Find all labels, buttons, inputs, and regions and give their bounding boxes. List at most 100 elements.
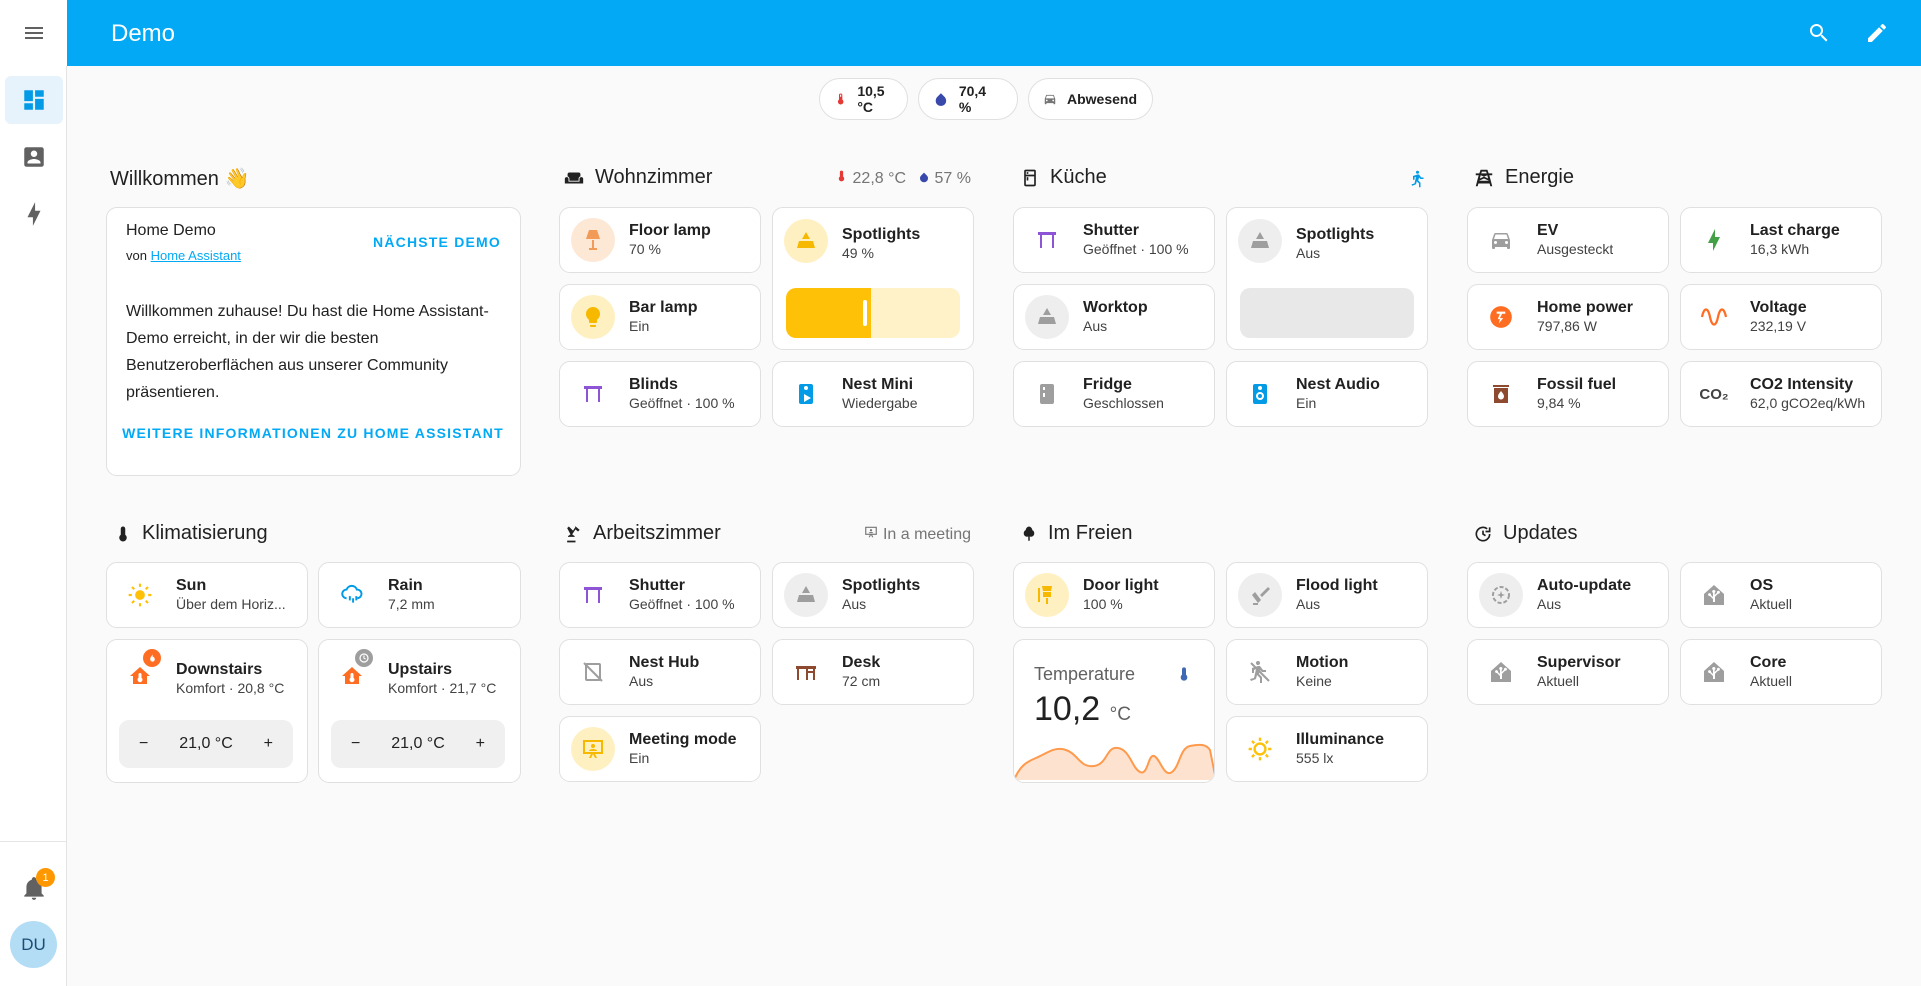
tile-state: Geschlossen — [1083, 395, 1164, 412]
notifications-button[interactable] — [5, 864, 63, 912]
brightness-icon[interactable] — [1238, 727, 1282, 771]
speaker-icon[interactable] — [1238, 372, 1282, 416]
lightning-icon[interactable] — [1692, 218, 1736, 262]
tile-os[interactable]: OS Aktuell — [1680, 562, 1882, 628]
tile-voltage[interactable]: Voltage 232,19 V — [1680, 284, 1882, 350]
increase-temperature-button[interactable]: + — [264, 735, 273, 753]
tile-fridge[interactable]: Fridge Geschlossen — [1013, 361, 1215, 427]
tile-bar-lamp[interactable]: Bar lamp Ein — [559, 284, 761, 350]
more-info-button[interactable]: WEITERE INFORMATIONEN ZU HOME ASSISTANT — [107, 421, 519, 445]
tile-blinds[interactable]: Blinds Geöffnet · 100 % — [559, 361, 761, 427]
home-thermometer-icon[interactable] — [330, 649, 374, 698]
tile-name: Supervisor — [1537, 654, 1621, 672]
tile-fossil-fuel[interactable]: Fossil fuel 9,84 % — [1467, 361, 1669, 427]
floodlight-icon[interactable] — [1238, 573, 1282, 617]
tile-last-charge[interactable]: Last charge 16,3 kWh — [1680, 207, 1882, 273]
tile-nest-audio[interactable]: Nest Audio Ein — [1226, 361, 1428, 427]
tile-meeting-mode[interactable]: Meeting mode Ein — [559, 716, 761, 782]
tile-door-light[interactable]: Door light 100 % — [1013, 562, 1215, 628]
tile-state: 72 cm — [842, 673, 881, 690]
tile-spotlights-office[interactable]: Spotlights Aus — [772, 562, 974, 628]
downstairs-temperature-control: − 21,0 °C + — [119, 720, 293, 768]
tile-sun[interactable]: Sun Über dem Horiz... — [106, 562, 308, 628]
auto-update-icon[interactable] — [1479, 573, 1523, 617]
tile-flood-light[interactable]: Flood light Aus — [1226, 562, 1428, 628]
sidebar-item-overview[interactable] — [5, 76, 63, 124]
badge-presence-value: Abwesend — [1066, 91, 1137, 107]
tile-shutter-office[interactable]: Shutter Geöffnet · 100 % — [559, 562, 761, 628]
tile-auto-update[interactable]: Auto-update Aus — [1467, 562, 1669, 628]
tile-name: Spotlights — [842, 577, 921, 595]
sine-wave-icon[interactable] — [1692, 295, 1736, 339]
spotlight-icon[interactable] — [784, 219, 828, 263]
tile-supervisor[interactable]: Supervisor Aktuell — [1467, 639, 1669, 705]
motion-sensor-off-icon[interactable] — [1238, 650, 1282, 694]
power-plug-icon[interactable] — [1479, 295, 1523, 339]
window-open-icon[interactable] — [1025, 218, 1069, 262]
floor-lamp-icon[interactable] — [571, 218, 615, 262]
tile-spotlights-living[interactable]: Spotlights 49 % — [772, 207, 974, 350]
sun-icon[interactable] — [118, 573, 162, 617]
tile-spotlights-kitchen[interactable]: Spotlights Aus — [1226, 207, 1428, 350]
car-icon[interactable] — [1479, 218, 1523, 262]
weather-rainy-icon[interactable] — [330, 573, 374, 617]
home-assistant-icon[interactable] — [1692, 650, 1736, 694]
sidebar-item-map[interactable] — [5, 133, 63, 181]
edit-dashboard-button[interactable] — [1861, 17, 1893, 49]
temperature-sensor-card[interactable]: Temperature 10,2 °C — [1013, 639, 1215, 783]
brightness-slider[interactable] — [786, 288, 960, 338]
spotlight-icon[interactable] — [1025, 295, 1069, 339]
decrease-temperature-button[interactable]: − — [351, 735, 360, 753]
tile-illuminance[interactable]: Illuminance 555 lx — [1226, 716, 1428, 782]
badge-presence[interactable]: Abwesend — [1028, 78, 1153, 120]
badge-humidity[interactable]: 70,4 % — [918, 78, 1018, 120]
badge-temperature[interactable]: 10,5 °C — [819, 78, 908, 120]
factory-icon[interactable] — [1479, 372, 1523, 416]
search-button[interactable] — [1803, 17, 1835, 49]
menu-icon[interactable] — [0, 0, 67, 66]
tile-floor-lamp[interactable]: Floor lamp 70 % — [559, 207, 761, 273]
home-assistant-icon[interactable] — [1692, 573, 1736, 617]
desk-icon[interactable] — [784, 650, 828, 694]
tile-name: Auto-update — [1537, 577, 1632, 595]
brightness-handle[interactable] — [863, 300, 867, 326]
next-demo-button[interactable]: NÄCHSTE DEMO — [373, 234, 501, 250]
molecule-co2-icon[interactable]: CO₂ — [1692, 372, 1736, 416]
home-thermometer-icon[interactable] — [118, 649, 162, 698]
fridge-icon[interactable] — [1025, 372, 1069, 416]
tile-worktop[interactable]: Worktop Aus — [1013, 284, 1215, 350]
tile-name: Shutter — [629, 577, 685, 595]
window-open-icon[interactable] — [571, 372, 615, 416]
brightness-slider[interactable] — [1240, 288, 1414, 338]
badge-humidity-value: 70,4 % — [958, 83, 987, 115]
spotlight-icon[interactable] — [784, 573, 828, 617]
tile-home-power[interactable]: Home power 797,86 W — [1467, 284, 1669, 350]
tile-core[interactable]: Core Aktuell — [1680, 639, 1882, 705]
tile-rain[interactable]: Rain 7,2 mm — [318, 562, 521, 628]
lightbulb-icon[interactable] — [571, 295, 615, 339]
spotlight-icon[interactable] — [1238, 219, 1282, 263]
tile-ev[interactable]: EV Ausgesteckt — [1467, 207, 1669, 273]
tile-motion[interactable]: Motion Keine — [1226, 639, 1428, 705]
tablet-off-icon[interactable] — [571, 650, 615, 694]
tile-state: Wiedergabe — [842, 395, 918, 412]
decrease-temperature-button[interactable]: − — [139, 735, 148, 753]
sidebar-item-energy[interactable] — [5, 190, 63, 238]
tile-upstairs-thermostat[interactable]: Upstairs Komfort · 21,7 °C − 21,0 °C + — [318, 639, 521, 783]
home-assistant-icon[interactable] — [1479, 650, 1523, 694]
tile-desk[interactable]: Desk 72 cm — [772, 639, 974, 705]
window-open-icon[interactable] — [571, 573, 615, 617]
section-welcome-heading: Willkommen 👋 — [110, 166, 249, 191]
tile-co2-intensity[interactable]: CO₂ CO2 Intensity 62,0 gCO2eq/kWh — [1680, 361, 1882, 427]
outdoor-lamp-icon[interactable] — [1025, 573, 1069, 617]
speaker-play-icon[interactable] — [784, 372, 828, 416]
increase-temperature-button[interactable]: + — [476, 735, 485, 753]
presentation-icon[interactable] — [571, 727, 615, 771]
home-assistant-link[interactable]: Home Assistant — [151, 248, 241, 263]
tile-downstairs-thermostat[interactable]: Downstairs Komfort · 20,8 °C − 21,0 °C + — [106, 639, 308, 783]
tile-nest-mini[interactable]: Nest Mini Wiedergabe — [772, 361, 974, 427]
account-box-icon — [24, 147, 44, 167]
tile-shutter-kitchen[interactable]: Shutter Geöffnet · 100 % — [1013, 207, 1215, 273]
tile-nest-hub[interactable]: Nest Hub Aus — [559, 639, 761, 705]
avatar[interactable]: DU — [10, 921, 57, 968]
